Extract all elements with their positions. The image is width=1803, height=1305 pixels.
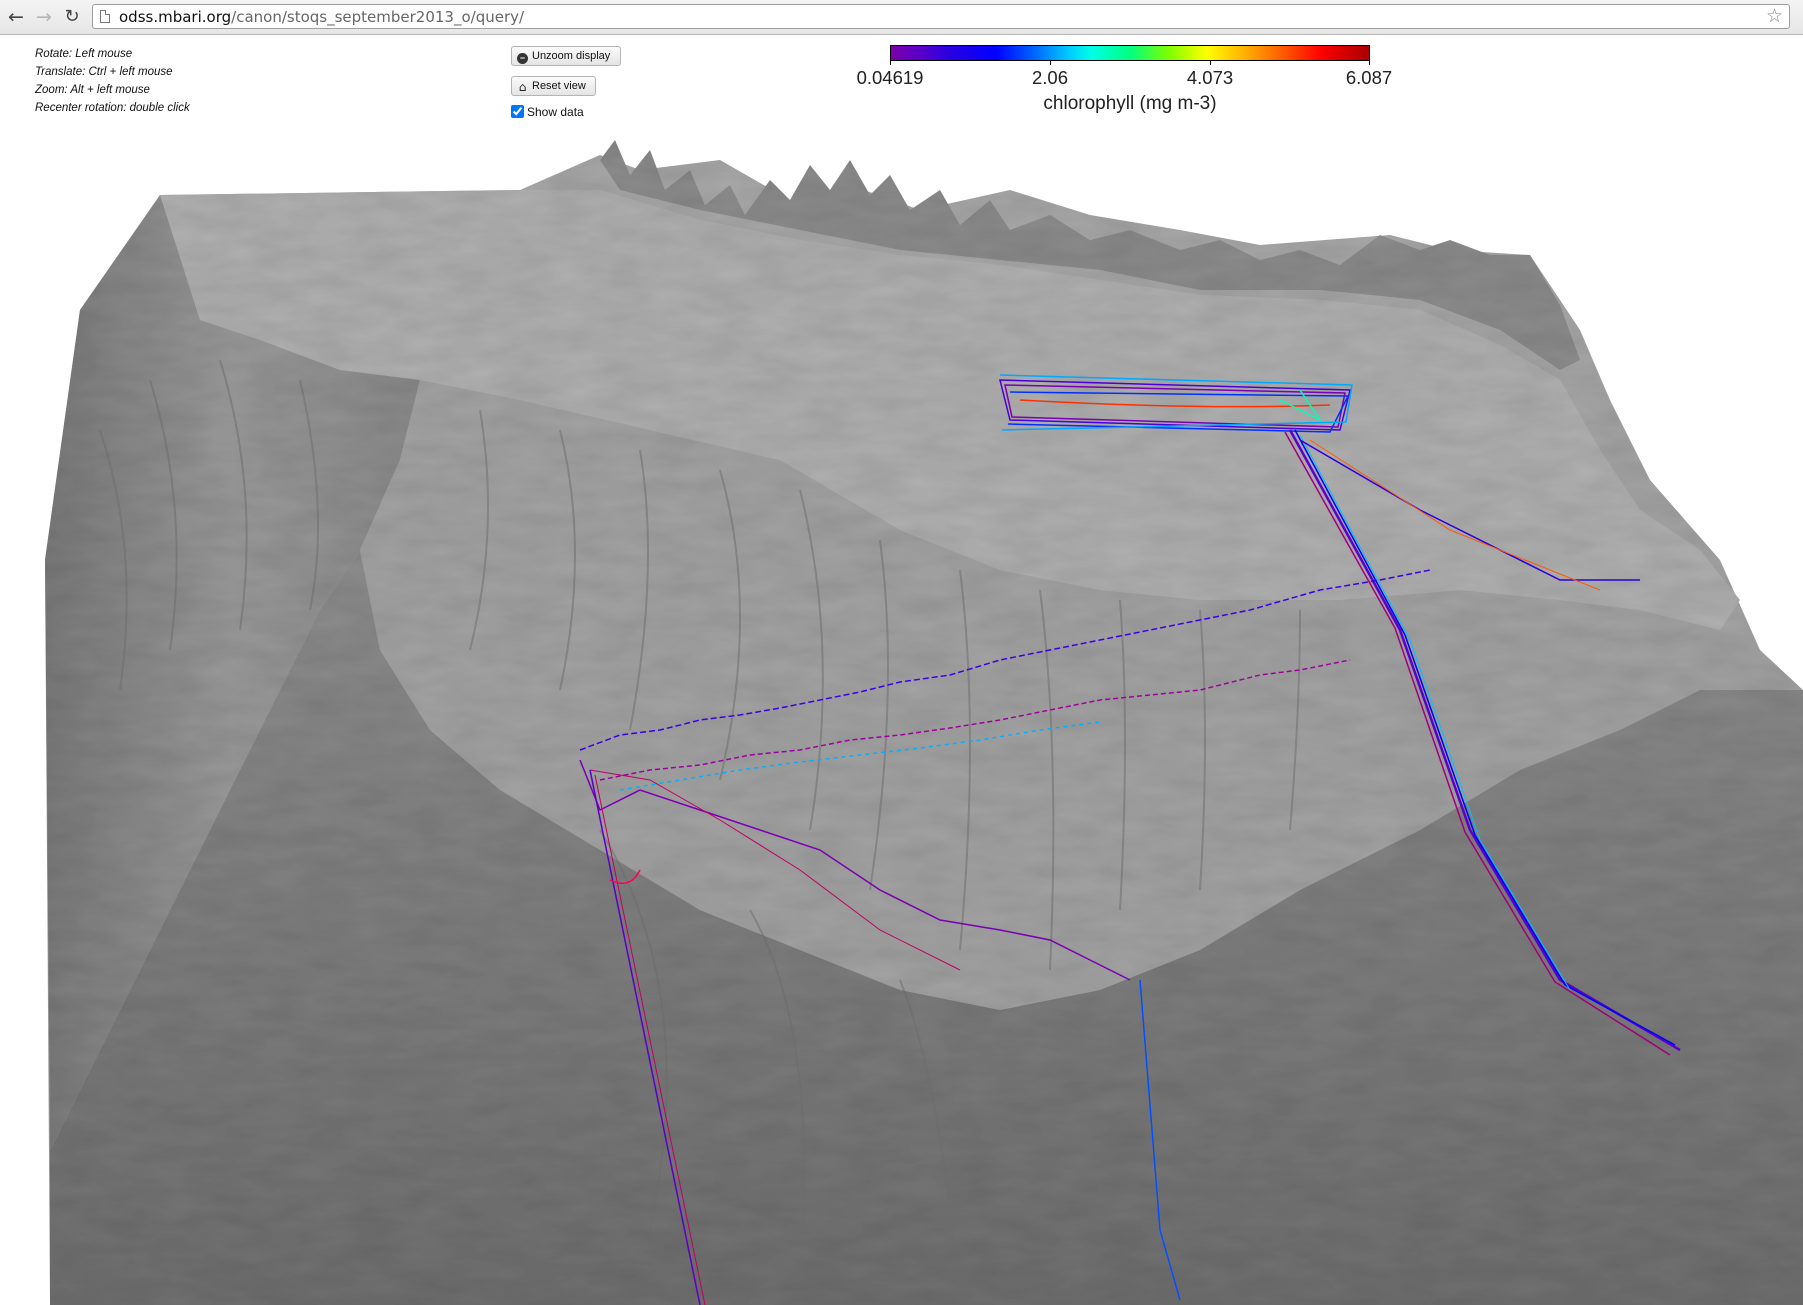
show-data-checkbox[interactable]: [511, 105, 524, 118]
reset-view-label: Reset view: [532, 80, 586, 92]
page-content: Rotate: Left mouse Translate: Ctrl + lef…: [0, 35, 1803, 1305]
help-line-zoom: Zoom: Alt + left mouse: [35, 84, 150, 96]
colorbar-label-max: 6.087: [1345, 67, 1393, 88]
reset-view-button[interactable]: ⌂ Reset view: [511, 76, 596, 96]
url-path: /canon/stoqs_september2013_o/query/: [231, 8, 525, 26]
terrain-scene[interactable]: [0, 130, 1803, 1305]
address-bar[interactable]: odss.mbari.org/canon/stoqs_september2013…: [92, 4, 1790, 29]
help-line-translate: Translate: Ctrl + left mouse: [35, 66, 173, 78]
reload-icon[interactable]: ↻: [60, 4, 84, 30]
chlorophyll-colorbar: [890, 45, 1370, 61]
colorbar-tick: [1050, 60, 1051, 65]
unzoom-icon: −: [517, 53, 528, 64]
colorbar-tick: [1369, 60, 1370, 65]
help-line-recenter: Recenter rotation: double click: [35, 102, 190, 114]
help-line-rotate: Rotate: Left mouse: [35, 48, 133, 60]
colorbar-variable-label: chlorophyll (mg m-3): [1043, 93, 1217, 114]
page-icon: [100, 10, 110, 23]
url-text[interactable]: odss.mbari.org/canon/stoqs_september2013…: [119, 8, 524, 26]
3d-terrain-viewer[interactable]: [0, 130, 1803, 1305]
browser-toolbar: ← → ↻ odss.mbari.org/canon/stoqs_septemb…: [0, 0, 1803, 35]
star-icon[interactable]: ☆: [1766, 5, 1783, 28]
colorbar-label-min: 0.04619: [856, 67, 924, 88]
unzoom-button[interactable]: − Unzoom display: [511, 46, 621, 66]
home-icon: ⌂: [518, 80, 527, 94]
show-data-toggle[interactable]: Show data: [511, 105, 584, 119]
colorbar-tick: [890, 60, 891, 65]
colorbar-tick: [1210, 60, 1211, 65]
navigation-help: Rotate: Left mouse Translate: Ctrl + lef…: [35, 45, 190, 117]
back-arrow-icon[interactable]: ←: [4, 4, 28, 30]
url-host: odss.mbari.org: [119, 8, 232, 26]
unzoom-label: Unzoom display: [532, 50, 611, 62]
show-data-label: Show data: [527, 105, 584, 119]
forward-arrow-icon[interactable]: →: [32, 4, 56, 30]
colorbar-label-2: 2.06: [1031, 67, 1069, 88]
colorbar-label-3: 4.073: [1186, 67, 1234, 88]
